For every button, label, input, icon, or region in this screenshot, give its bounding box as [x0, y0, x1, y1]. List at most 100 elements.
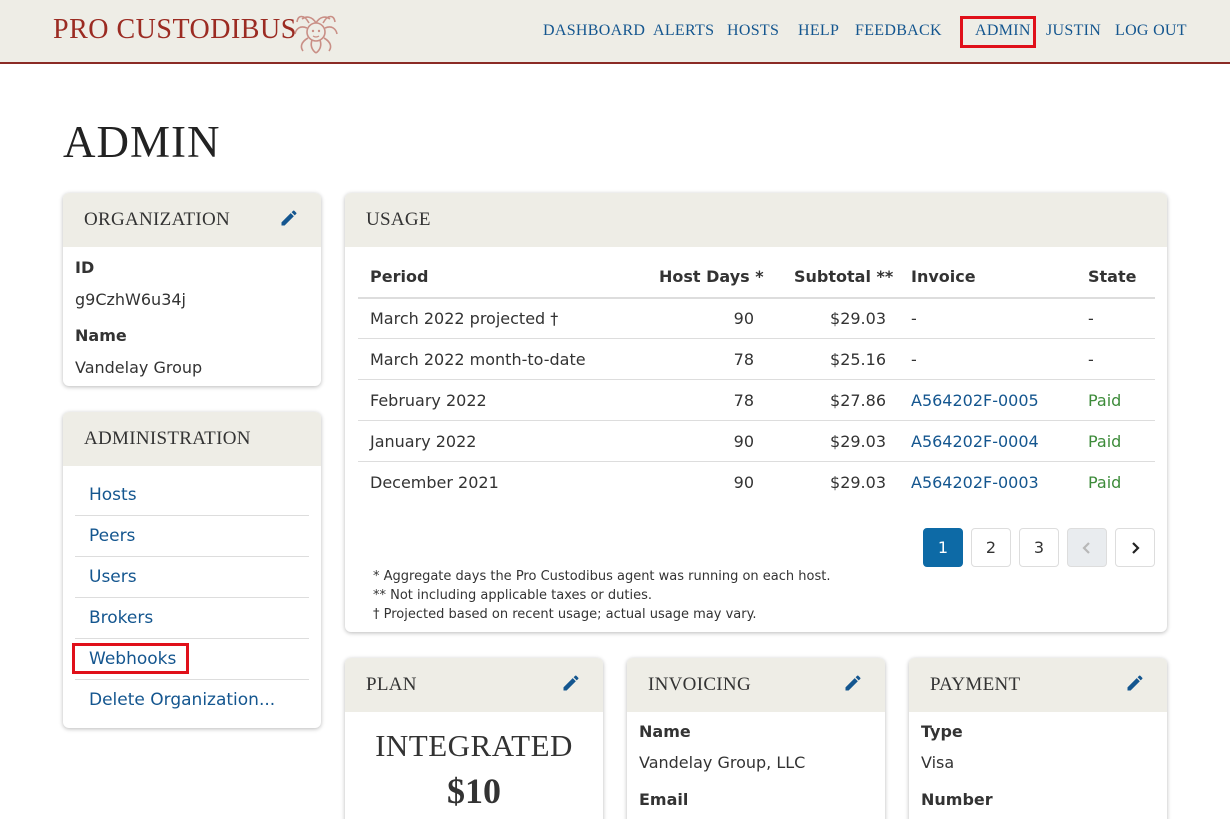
org-name-label: Name [75, 326, 127, 345]
admin-link-users[interactable]: Users [89, 567, 137, 587]
payment-title: PAYMENT [930, 674, 1021, 695]
cell-host-days: 78 [733, 350, 754, 369]
invoicing-card: INVOICING Name Vandelay Group, LLC Email [627, 658, 885, 819]
cell-host-days: 90 [733, 432, 754, 451]
payment-card: PAYMENT Type Visa Number [909, 658, 1167, 819]
cell-subtotal: $29.03 [830, 432, 886, 451]
plan-card: PLAN INTEGRATED $10 [345, 658, 603, 819]
divider [75, 556, 309, 557]
payment-type-label: Type [921, 722, 963, 741]
footnote-subtotal: ** Not including applicable taxes or dut… [373, 588, 652, 603]
column-header-host-days: Host Days * [659, 267, 764, 286]
admin-highlight-box [960, 16, 1036, 48]
cell-state: - [1088, 309, 1094, 328]
edit-organization-pencil-icon[interactable] [279, 208, 299, 228]
invoice-link[interactable]: A564202F-0003 [911, 473, 1039, 492]
org-name-value: Vandelay Group [75, 358, 203, 377]
organization-card-header: ORGANIZATION [63, 193, 321, 247]
invoicing-card-header: INVOICING [627, 658, 885, 712]
usage-title: USAGE [366, 209, 431, 230]
header-divider [358, 297, 1155, 299]
nav-dashboard[interactable]: DASHBOARD [543, 22, 645, 40]
cell-period: January 2022 [370, 432, 477, 451]
status-paid: Paid [1088, 473, 1122, 492]
nav-alerts[interactable]: ALERTS [653, 22, 714, 40]
invoice-link[interactable]: A564202F-0005 [911, 391, 1039, 410]
admin-link-brokers[interactable]: Brokers [89, 608, 153, 628]
nav-logout[interactable]: LOG OUT [1115, 22, 1187, 40]
footnote-host-days: * Aggregate days the Pro Custodibus agen… [373, 569, 831, 584]
plan-price: $10 [447, 771, 501, 811]
page-3-button[interactable]: 3 [1019, 528, 1059, 567]
nav-feedback[interactable]: FEEDBACK [855, 22, 942, 40]
nav-help[interactable]: HELP [798, 22, 839, 40]
invoicing-title: INVOICING [648, 674, 751, 695]
org-id-value: g9CzhW6u34j [75, 290, 186, 309]
administration-card: ADMINISTRATION Hosts Peers Users Brokers… [63, 412, 321, 728]
brand-name[interactable]: PRO CUSTODIBUS [53, 14, 297, 46]
row-divider [358, 379, 1155, 380]
next-page-button[interactable] [1115, 528, 1155, 567]
admin-link-delete-organization[interactable]: Delete Organization... [89, 690, 275, 710]
edit-payment-pencil-icon[interactable] [1125, 673, 1145, 693]
page-1-button[interactable]: 1 [923, 528, 963, 567]
cell-invoice: - [911, 350, 917, 369]
edit-plan-pencil-icon[interactable] [561, 673, 581, 693]
invoicing-email-label: Email [639, 790, 689, 809]
cell-subtotal: $27.86 [830, 391, 886, 410]
medusa-logo-icon[interactable] [292, 10, 340, 54]
payment-type-value: Visa [921, 753, 955, 772]
previous-page-button[interactable] [1067, 528, 1107, 567]
chevron-right-icon [1132, 542, 1140, 554]
column-header-state: State [1088, 267, 1137, 286]
plan-name: INTEGRATED [375, 728, 573, 763]
organization-title: ORGANIZATION [84, 209, 231, 230]
footnote-projected: † Projected based on recent usage; actua… [373, 607, 757, 622]
column-header-period: Period [370, 267, 429, 286]
column-header-subtotal: Subtotal ** [794, 267, 894, 286]
cell-period: March 2022 month-to-date [370, 350, 586, 369]
invoicing-name-label: Name [639, 722, 691, 741]
chevron-left-icon [1082, 542, 1090, 554]
cell-period: March 2022 projected † [370, 309, 559, 328]
cell-invoice: - [911, 309, 917, 328]
invoicing-name-value: Vandelay Group, LLC [639, 753, 806, 772]
divider [75, 638, 309, 639]
divider [75, 515, 309, 516]
cell-period: December 2021 [370, 473, 499, 492]
cell-subtotal: $29.03 [830, 309, 886, 328]
cell-period: February 2022 [370, 391, 487, 410]
cell-subtotal: $25.16 [830, 350, 886, 369]
page-2-button[interactable]: 2 [971, 528, 1011, 567]
usage-card: USAGE Period Host Days * Subtotal ** Inv… [345, 193, 1167, 632]
usage-card-header: USAGE [345, 193, 1167, 247]
invoice-link[interactable]: A564202F-0004 [911, 432, 1039, 451]
edit-invoicing-pencil-icon[interactable] [843, 673, 863, 693]
admin-link-peers[interactable]: Peers [89, 526, 135, 546]
cell-subtotal: $29.03 [830, 473, 886, 492]
admin-link-hosts[interactable]: Hosts [89, 485, 137, 505]
status-paid: Paid [1088, 391, 1122, 410]
row-divider [358, 420, 1155, 421]
administration-card-header: ADMINISTRATION [63, 412, 321, 466]
cell-host-days: 90 [733, 309, 754, 328]
top-navbar: PRO CUSTODIBUS DASHBOARD ALERTS HOSTS HE… [0, 0, 1230, 64]
org-id-label: ID [75, 258, 95, 277]
nav-user[interactable]: JUSTIN [1046, 22, 1101, 40]
payment-card-header: PAYMENT [909, 658, 1167, 712]
nav-hosts[interactable]: HOSTS [727, 22, 779, 40]
row-divider [358, 338, 1155, 339]
webhooks-highlight-box [72, 643, 189, 674]
payment-number-label: Number [921, 790, 993, 809]
organization-card: ORGANIZATION ID g9CzhW6u34j Name Vandela… [63, 193, 321, 386]
plan-title: PLAN [366, 674, 417, 695]
status-paid: Paid [1088, 432, 1122, 451]
column-header-invoice: Invoice [911, 267, 976, 286]
administration-title: ADMINISTRATION [84, 428, 251, 449]
cell-state: - [1088, 350, 1094, 369]
divider [75, 597, 309, 598]
plan-card-header: PLAN [345, 658, 603, 712]
row-divider [358, 461, 1155, 462]
divider [75, 679, 309, 680]
cell-host-days: 78 [733, 391, 754, 410]
